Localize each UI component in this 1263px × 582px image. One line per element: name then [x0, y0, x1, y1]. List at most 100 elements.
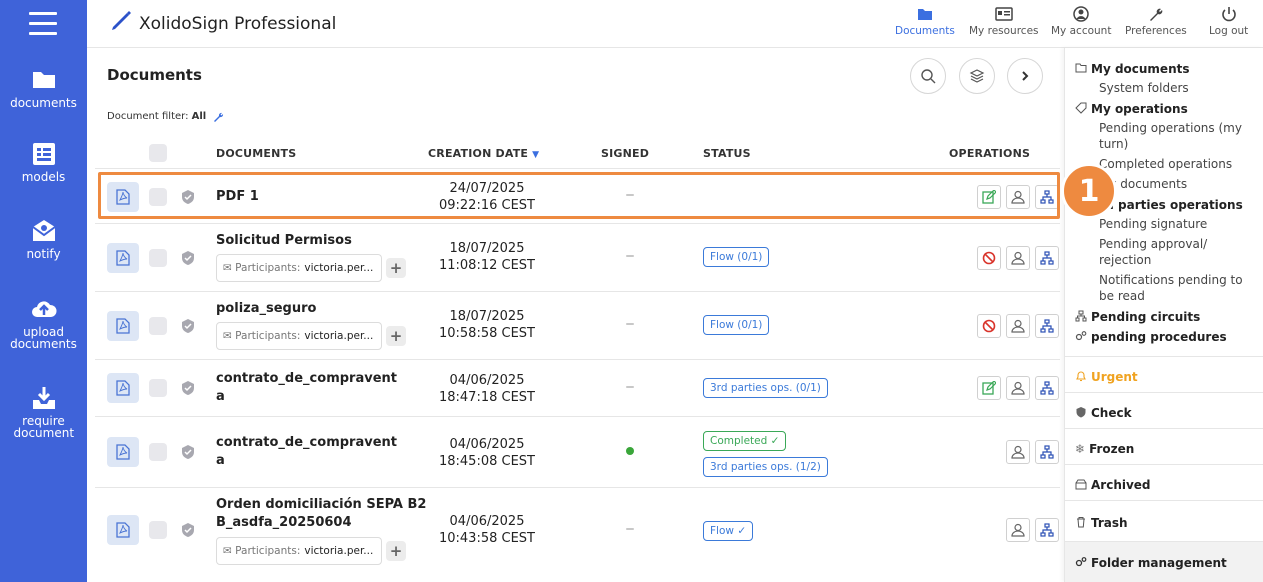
folder-my-operations[interactable]: My operations [1075, 101, 1188, 117]
table-row[interactable]: contrato_de_compravent a 04/06/2025 18:45:… [95, 417, 1060, 488]
row-checkbox[interactable] [149, 521, 167, 539]
layers-button[interactable] [959, 58, 995, 94]
filter-wrench-icon[interactable] [213, 110, 225, 122]
tag-icon [1075, 102, 1087, 114]
nav-log-out[interactable]: Log out [1209, 6, 1248, 37]
pdf-file-button[interactable] [107, 373, 139, 403]
nav-documents[interactable]: Documents [895, 6, 955, 37]
tree-operation-button[interactable] [1035, 376, 1059, 400]
pdf-file-button[interactable] [107, 243, 139, 273]
power-icon [1221, 7, 1236, 22]
participants-value: victoria.per... [304, 545, 374, 557]
pdf-file-button[interactable] [107, 437, 139, 467]
folder-frozen[interactable]: ❄ Frozen [1075, 441, 1134, 457]
folder-notifications-pending[interactable]: Notifications pending to be read [1099, 272, 1257, 304]
sidebar-item-upload-documents[interactable]: upload documents [0, 295, 87, 350]
documents-main: Documents Document filter: All DOCUMENTS… [87, 48, 1064, 582]
edit-operation-button[interactable] [977, 376, 1001, 400]
table-row[interactable]: Orden domiciliación SEPA B2 B_asdfa_20250… [95, 488, 1060, 582]
column-header-label: CREATION DATE [428, 147, 529, 160]
folder-archived[interactable]: Archived [1075, 477, 1151, 493]
tree-operation-button[interactable] [1035, 518, 1059, 542]
participants-field[interactable]: ✉ Participants: victoria.per... [216, 322, 382, 350]
sidebar-item-models[interactable]: models [0, 140, 87, 183]
row-checkbox[interactable] [149, 443, 167, 461]
folder-pending-procedures[interactable]: pending procedures [1075, 329, 1227, 345]
nav-preferences[interactable]: Preferences [1125, 6, 1187, 37]
tree-operation-button[interactable] [1035, 440, 1059, 464]
block-operation-button[interactable] [977, 246, 1001, 270]
hamburger-menu-icon[interactable] [29, 12, 57, 35]
column-header-creation-date[interactable]: CREATION DATE ▼ [428, 147, 539, 160]
expand-panel-button[interactable] [1007, 58, 1043, 94]
unsigned-indicator [626, 528, 634, 530]
pdf-file-button[interactable] [107, 515, 139, 545]
tree-operation-button[interactable] [1035, 314, 1059, 338]
document-name[interactable]: contrato_de_compravent a [216, 434, 397, 470]
folder-urgent[interactable]: Urgent [1075, 369, 1138, 385]
folder-trash[interactable]: Trash [1075, 515, 1128, 531]
folder-management-button[interactable]: Folder management [1075, 555, 1227, 571]
folder-my-documents[interactable]: My documents [1075, 61, 1190, 77]
user-operation-button[interactable] [1006, 376, 1030, 400]
user-operation-button[interactable] [1006, 440, 1030, 464]
participants-field[interactable]: ✉ Participants: victoria.per... [216, 537, 382, 565]
add-participant-button[interactable]: + [386, 541, 406, 561]
layers-icon [969, 69, 985, 83]
folder-check[interactable]: Check [1075, 405, 1132, 421]
pdf-icon [116, 522, 130, 538]
table-row[interactable]: Solicitud Permisos ✉ Participants: victor… [95, 224, 1060, 292]
user-operation-button[interactable] [1006, 246, 1030, 270]
sidebar-item-require-document[interactable]: require document [0, 384, 87, 439]
folder-pending-approval[interactable]: Pending approval/ rejection [1099, 236, 1257, 268]
folder-completed-operations[interactable]: Completed operations [1099, 156, 1257, 172]
document-name[interactable]: Solicitud Permisos [216, 232, 352, 250]
search-button[interactable] [910, 58, 946, 94]
name-line: contrato_de_compravent [216, 371, 397, 386]
shield-icon [1076, 407, 1086, 418]
document-name[interactable]: poliza_seguro [216, 300, 316, 318]
sitemap-icon [1040, 319, 1054, 333]
nav-label: Preferences [1125, 25, 1187, 37]
nav-my-account[interactable]: My account [1051, 6, 1111, 37]
status-badge: 3rd parties ops. (1/2) [703, 457, 828, 477]
sidebar-item-label: models [21, 170, 66, 184]
block-operation-button[interactable] [977, 314, 1001, 338]
row-checkbox[interactable] [149, 379, 167, 397]
sitemap-icon [1040, 251, 1054, 265]
document-name[interactable]: contrato_de_compravent a [216, 370, 397, 406]
table-row[interactable]: poliza_seguro ✉ Participants: victoria.pe… [95, 292, 1060, 360]
folder-pending-operations[interactable]: Pending operations (my turn) [1099, 120, 1257, 152]
add-participant-button[interactable]: + [386, 258, 406, 278]
sidebar-item-label: notify [26, 247, 61, 261]
sidebar-item-notify[interactable]: notify [0, 217, 87, 260]
folder-pending-signature[interactable]: Pending signature [1099, 216, 1257, 232]
date-value: 04/06/2025 [449, 514, 525, 529]
folder-label: pending procedures [1091, 330, 1227, 344]
row-checkbox[interactable] [149, 317, 167, 335]
wrench-icon [1149, 8, 1163, 21]
creation-date: 04/06/2025 10:43:58 CEST [417, 513, 557, 547]
top-header: XolidoSign Professional Documents My res… [87, 0, 1263, 48]
nav-my-resources[interactable]: My resources [969, 6, 1039, 37]
add-participant-button[interactable]: + [386, 326, 406, 346]
select-all-checkbox[interactable] [149, 144, 167, 162]
user-operation-button[interactable] [1006, 518, 1030, 542]
tree-operation-button[interactable] [1035, 246, 1059, 270]
sidebar-item-documents[interactable]: documents [0, 66, 87, 109]
status-badge: Flow (0/1) [703, 247, 770, 267]
panel-divider [1065, 392, 1263, 393]
user-operation-button[interactable] [1006, 314, 1030, 338]
document-name[interactable]: Orden domiciliación SEPA B2 B_asdfa_20250… [216, 496, 426, 532]
folder-label: My documents [1091, 62, 1190, 76]
folder-my-documents-sub[interactable]: My documents [1099, 176, 1257, 192]
folder-pending-circuits[interactable]: Pending circuits [1075, 309, 1200, 325]
pdf-file-button[interactable] [107, 311, 139, 341]
folder-system-folders[interactable]: System folders [1099, 80, 1257, 96]
table-row[interactable]: contrato_de_compravent a 04/06/2025 18:47:… [95, 360, 1060, 417]
participants-label: Participants: [235, 545, 301, 557]
row-checkbox[interactable] [149, 249, 167, 267]
participants-field[interactable]: ✉ Participants: victoria.per... [216, 254, 382, 282]
user-outline-icon [1011, 251, 1025, 265]
bell-icon [1076, 371, 1086, 382]
